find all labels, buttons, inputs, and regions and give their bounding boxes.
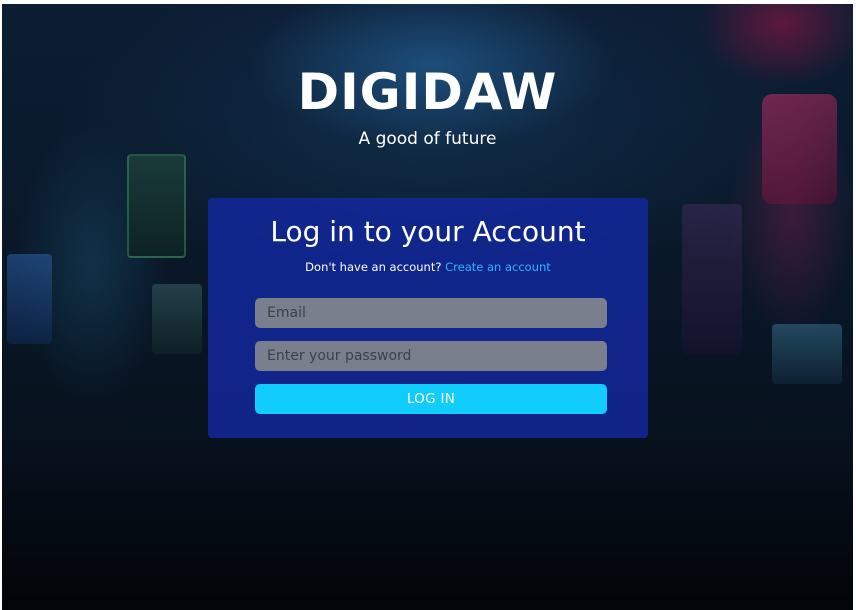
create-account-link[interactable]: Create an account: [445, 260, 551, 274]
arcade-machine-right: [682, 204, 742, 354]
email-field[interactable]: [255, 298, 607, 328]
password-field[interactable]: [255, 341, 607, 371]
login-card: Log in to your Account Don't have an acc…: [208, 198, 648, 438]
floor-shadow: [2, 444, 853, 610]
login-heading: Log in to your Account: [270, 215, 586, 248]
background-arcade-image: DIGIDAW A good of future Log in to your …: [2, 4, 853, 610]
arcade-machine-right-screen: [772, 324, 842, 384]
arcade-machine-left-lower: [152, 284, 202, 354]
arcade-machine-left-screen: [7, 254, 52, 344]
signup-row: Don't have an account? Create an account: [208, 259, 648, 275]
signup-prompt: Don't have an account?: [305, 260, 446, 274]
brand-subtitle: A good of future: [358, 129, 497, 149]
login-button[interactable]: LOG IN: [255, 384, 607, 414]
brand-title: DIGIDAW: [297, 63, 558, 121]
arcade-machine-left: [127, 154, 186, 258]
